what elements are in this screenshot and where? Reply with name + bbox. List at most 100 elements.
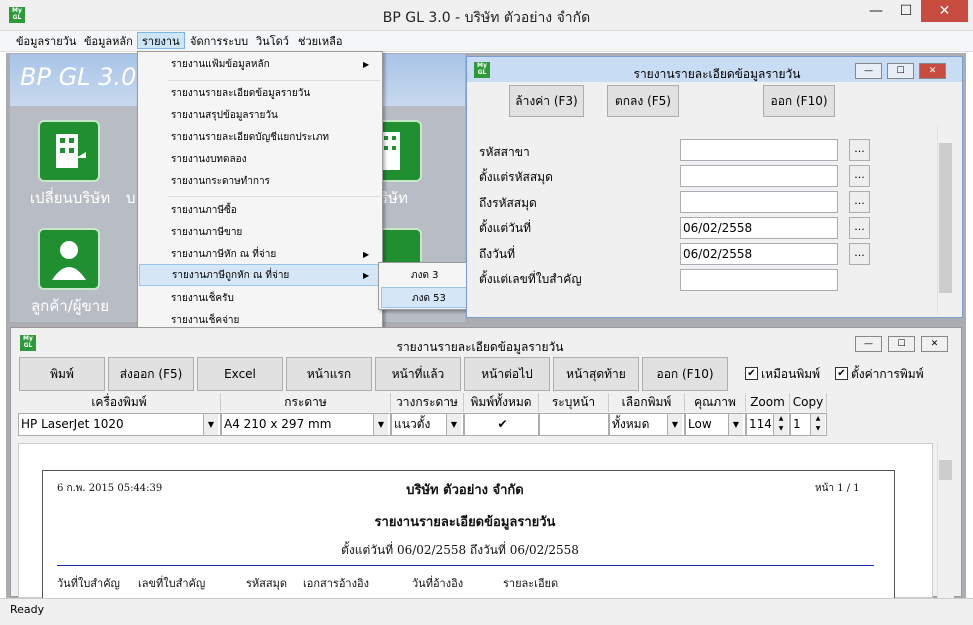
export-button[interactable]: ส่งออก (F5) [108,357,194,391]
menu-item-ledger-detail[interactable]: รายงานรายละเอียดบัญชีแยกประเภท [139,127,381,149]
spin-arrows-icon[interactable]: ▲ ▼ [773,414,788,435]
report-logo-icon: My GL [20,335,36,351]
pages-input[interactable] [539,413,609,436]
from-date-picker-button[interactable]: ... [849,217,870,239]
tile-change-company-label: เปลี่ยนบริษัท [29,189,111,207]
menu-master[interactable]: ข้อมูลหลัก [80,33,137,50]
menu-help[interactable]: ช่วยเหลือ [294,33,346,50]
print-button[interactable]: พิมพ์ [19,357,105,391]
spin-arrows-icon[interactable]: ▲ ▼ [810,414,825,435]
from-date-input[interactable]: 06/02/2558 [680,217,838,239]
menu-item-master-reports[interactable]: รายงานแฟ้มข้อมูลหลัก [139,54,381,76]
report-window-title: รายงานรายละเอียดข้อมูลรายวัน [396,340,564,354]
browse-from-book-button[interactable]: ... [849,165,870,187]
clear-button[interactable]: ล้างค่า (F3) [509,85,584,117]
minimize-icon[interactable]: — [855,63,882,79]
print-settings-checkbox[interactable]: ✔ [835,367,848,380]
criteria-scroll-thumb[interactable] [939,143,952,293]
menu-window[interactable]: วินโดว์ [252,33,293,50]
chevron-down-icon[interactable]: ▼ [373,414,388,435]
report-menu-dropdown: รายงานแฟ้มข้อมูลหลัก ▶ รายงานรายละเอียดข… [137,51,383,334]
building-icon[interactable] [38,120,100,182]
branch-code-input[interactable] [680,139,838,161]
to-date-input[interactable]: 06/02/2558 [680,243,838,265]
chevron-down-icon[interactable]: ▼ [203,414,218,435]
header-orientation: วางกระดาษ [391,393,464,412]
first-page-button[interactable]: หน้าแรก [286,357,372,391]
menu-item-trial-balance[interactable]: รายงานงบทดลอง [139,149,381,171]
criteria-dialog: My GL รายงานรายละเอียดข้อมูลรายวัน — ☐ ✕ … [466,56,963,318]
header-paper: กระดาษ [221,393,391,412]
report-exit-button[interactable]: ออก (F10) [642,357,728,391]
header-quality: คุณภาพ [685,393,746,412]
header-select-print: เลือกพิมพ์ [609,393,685,412]
col-reference: เอกสารอ้างอิง [303,577,369,590]
header-printer: เครื่องพิมพ์ [18,393,221,412]
header-print-all: พิมพ์ทั้งหมด [464,393,539,412]
excel-button[interactable]: Excel [197,357,283,391]
menu-system[interactable]: จัดการระบบ [186,33,252,50]
minimize-icon[interactable]: — [855,336,882,352]
report-title: รายงานรายละเอียดข้อมูลรายวัน [374,515,556,530]
maximize-icon[interactable]: ☐ [887,63,914,79]
chevron-down-icon[interactable]: ▼ [446,414,461,435]
menu-item-worksheet[interactable]: รายงานกระดาษทำการ [139,171,381,193]
minimize-button[interactable]: — [861,0,891,22]
ok-button[interactable]: ตกลง (F5) [607,85,679,117]
last-page-button[interactable]: หน้าสุดท้าย [553,357,639,391]
close-icon[interactable]: ✕ [921,336,948,352]
field-label-from-date: ตั้งแต่วันที่ [479,221,532,235]
menu-item-withholding-tax[interactable]: รายงานภาษีหัก ณ ที่จ่าย [139,244,381,266]
maximize-button[interactable]: ☐ [891,0,921,22]
to-book-input[interactable] [680,191,838,213]
status-bar [0,598,973,625]
menu-item-sales-tax[interactable]: รายงานภาษีขาย [139,222,381,244]
report-company: บริษัท ตัวอย่าง จำกัด [406,483,524,498]
chevron-down-icon[interactable]: ▼ [728,414,743,435]
printer-select[interactable]: HP LaserJet 1020 [18,413,221,436]
report-divider [57,565,874,566]
submenu-arrow-icon: ▶ [363,60,370,69]
from-book-input[interactable] [680,165,838,187]
menu-item-purchase-tax[interactable]: รายงานภาษีซื้อ [139,200,381,222]
field-label-to-date: ถึงวันที่ [479,247,515,261]
menu-daily[interactable]: ข้อมูลรายวัน [12,33,80,50]
print-settings-label: ตั้งค่าการพิมพ์ [851,367,924,381]
prev-page-button[interactable]: หน้าที่แล้ว [375,357,461,391]
tile-customer-label: ลูกค้า/ผู้ขาย [30,297,110,315]
menu-item-daily-summary[interactable]: รายงานสรุปข้อมูลรายวัน [139,105,381,127]
col-description: รายละเอียด [503,577,559,590]
field-label-from-book: ตั้งแต่รหัสสมุด [479,170,553,184]
same-as-print-checkbox[interactable]: ✔ [745,367,758,380]
col-voucher-date: วันที่ใบสำคัญ [57,577,120,590]
close-icon[interactable]: ✕ [919,63,946,79]
submenu-arrow-icon: ▶ [363,250,370,259]
print-all-checkbox[interactable]: ✔ [464,413,539,436]
to-date-picker-button[interactable]: ... [849,243,870,265]
report-datetime: 6 ก.พ. 2015 05:44:39 [57,483,163,494]
header-copy: Copy [790,393,827,412]
window-title: BP GL 3.0 - บริษัท ตัวอย่าง จำกัด [382,10,591,26]
close-button[interactable]: ✕ [921,0,968,22]
browse-branch-button[interactable]: ... [849,139,870,161]
paper-select[interactable]: A4 210 x 297 mm [221,413,391,436]
menu-report[interactable]: รายงาน [137,32,185,49]
person-icon[interactable] [38,228,100,290]
next-page-button[interactable]: หน้าต่อไป [464,357,550,391]
field-label-to-book: ถึงรหัสสมุด [479,196,537,210]
header-pages: ระบุหน้า [539,393,609,412]
menu-item-cheque-received[interactable]: รายงานเช็ครับ [139,288,381,310]
menu-item-daily-detail[interactable]: รายงานรายละเอียดข้อมูลรายวัน [139,83,381,105]
col-book-code: รหัสสมุด [246,577,287,590]
menu-separator [168,196,380,197]
exit-button[interactable]: ออก (F10) [763,85,835,117]
col-ref-date: วันที่อ้างอิง [412,577,464,590]
preview-scroll-thumb[interactable] [939,460,952,480]
tile-partial-label: บ [126,189,136,207]
criteria-dialog-title: รายงานรายละเอียดข้อมูลรายวัน [633,67,801,81]
menu-item-withheld-tax[interactable]: รายงานภาษีถูกหัก ณ ที่จ่าย [139,264,381,286]
from-voucher-input[interactable] [680,269,838,291]
browse-to-book-button[interactable]: ... [849,191,870,213]
chevron-down-icon[interactable]: ▼ [667,414,682,435]
maximize-icon[interactable]: ☐ [888,336,915,352]
